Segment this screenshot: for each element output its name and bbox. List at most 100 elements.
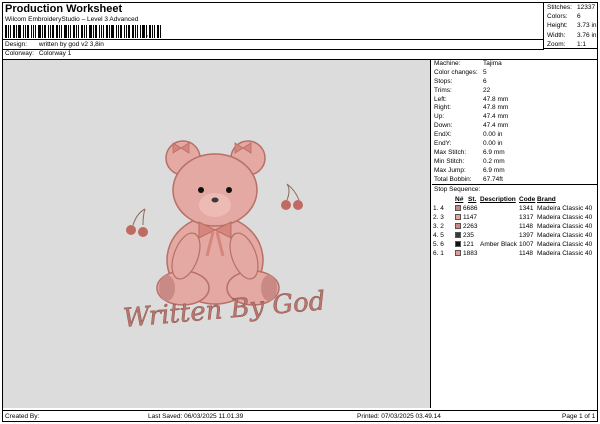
design-row: Design: written by god v2 3,8in — [5, 41, 104, 48]
barcode — [5, 25, 180, 38]
barcode-bar — [132, 25, 134, 38]
software-name: Wilcom EmbroideryStudio – Level 3 Advanc… — [5, 16, 139, 23]
barcode-bar — [73, 25, 75, 38]
barcode-bar — [48, 25, 49, 38]
color-swatch — [455, 250, 461, 257]
cherry-stem-right — [286, 183, 300, 201]
barcode-bar — [5, 25, 7, 38]
colorway-row: Colorway: Colorway 1 — [5, 50, 71, 57]
table-row: 5. 6 121 Amber Black 1007 Madeira Classic 40 — [433, 241, 593, 248]
table-row: 4. 5 235 1397 Madeira Classic 40 — [433, 232, 593, 239]
barcode-bar — [31, 25, 32, 38]
barcode-bar — [140, 25, 141, 38]
design-preview[interactable]: Written By God — [3, 60, 431, 408]
stat-row: Height: 3.73 in — [547, 22, 597, 30]
divider — [2, 39, 544, 40]
barcode-bar — [8, 25, 9, 38]
barcode-bar — [95, 25, 97, 38]
barcode-bar — [56, 25, 58, 38]
stop-sequence-title: Stop Sequence: — [432, 184, 598, 194]
barcode-bar — [18, 25, 21, 38]
barcode-bar — [50, 25, 51, 38]
barcode-bar — [13, 25, 15, 38]
barcode-bar — [120, 25, 122, 38]
last-saved: Last Saved: 06/03/2025 11.01.39 — [148, 413, 244, 420]
cherry-icon — [293, 200, 303, 210]
cherry-icon — [138, 227, 148, 237]
info-row: EndX: 0.00 in — [434, 131, 503, 139]
info-row: Min Stitch: 0.2 mm — [434, 157, 505, 165]
barcode-bar — [142, 25, 145, 38]
bear-foot-left — [159, 275, 175, 301]
cherry-icon — [281, 200, 291, 210]
barcode-bar — [44, 25, 46, 38]
barcode-bar — [84, 25, 85, 38]
stat-row: Zoom: 1:1 — [547, 40, 587, 48]
machine-info-panel: Machine: Tajima Color changes: 5 Stops: 6 Trim… — [432, 60, 598, 184]
barcode-bar — [126, 25, 127, 38]
barcode-bar — [99, 25, 100, 38]
page-number: Page 1 of 1 — [562, 413, 596, 420]
barcode-bar — [152, 25, 153, 38]
info-row: Trims: 22 — [434, 86, 491, 94]
created-by: Created By: — [5, 413, 40, 420]
barcode-bar — [86, 25, 87, 38]
barcode-bar — [118, 25, 119, 38]
divider — [2, 49, 544, 50]
info-row: Up: 47.4 mm — [434, 113, 509, 121]
info-row: Stops: 6 — [434, 77, 487, 85]
stop-sequence-table: N# St. Description Code Brand 1. 4 6686 13… — [433, 196, 593, 257]
color-swatch — [455, 241, 461, 248]
stat-row: Colors: 6 — [547, 13, 581, 21]
info-row: Max Stitch: 6.9 mm — [434, 148, 505, 156]
barcode-bar — [103, 25, 104, 38]
cherry-stem-left — [132, 208, 146, 226]
bear-muzzle — [199, 193, 231, 217]
barcode-bar — [128, 25, 130, 38]
footer: Created By: Last Saved: 06/03/2025 11.01… — [2, 410, 598, 422]
bear-eye-left — [198, 187, 204, 193]
barcode-bar — [89, 25, 92, 38]
info-row: Left: 47.8 mm — [434, 95, 509, 103]
color-swatch — [455, 214, 461, 221]
barcode-bar — [70, 25, 71, 38]
barcode-bar — [124, 25, 125, 38]
colorway-label: Colorway: — [5, 50, 34, 57]
barcode-bar — [42, 25, 43, 38]
barcode-bar — [76, 25, 77, 38]
barcode-bar — [59, 25, 60, 38]
barcode-bar — [154, 25, 155, 38]
colorway-value: Colorway 1 — [38, 50, 72, 57]
table-row: 2. 3 1147 1317 Madeira Classic 40 — [433, 214, 593, 221]
barcode-bar — [16, 25, 17, 38]
stat-row: Stitches: 12337 — [547, 4, 596, 11]
barcode-bar — [68, 25, 69, 38]
barcode-bar — [52, 25, 54, 38]
color-swatch — [455, 223, 461, 230]
barcode-bar — [160, 25, 161, 38]
barcode-bar — [35, 25, 36, 38]
barcode-bar — [23, 25, 24, 38]
cherry-icon — [126, 225, 136, 235]
barcode-bar — [61, 25, 62, 38]
barcode-bar — [137, 25, 138, 38]
color-swatch — [455, 232, 461, 239]
info-row: Right: 47.8 mm — [434, 104, 509, 112]
barcode-bar — [38, 25, 41, 38]
info-row: Down: 47.4 mm — [434, 122, 509, 130]
stat-row: Width: 3.76 in — [547, 31, 597, 39]
info-row: EndY: 0.00 in — [434, 140, 503, 148]
printed-date: Printed: 07/03/2025 03.49.14 — [357, 413, 441, 420]
embroidery-design: Written By God — [122, 140, 327, 334]
table-row: 6. 1 1883 1148 Madeira Classic 40 — [433, 250, 593, 257]
table-row: 3. 2 2263 1148 Madeira Classic 40 — [433, 223, 593, 230]
barcode-bar — [101, 25, 102, 38]
table-row: 1. 4 6686 1341 Madeira Classic 40 — [433, 205, 593, 212]
barcode-bar — [157, 25, 159, 38]
barcode-bar — [64, 25, 67, 38]
info-row: Max Jump: 6.9 mm — [434, 166, 505, 174]
bear-nose — [211, 197, 219, 203]
info-row: Machine: Tajima — [434, 60, 502, 67]
barcode-bar — [81, 25, 83, 38]
barcode-bar — [27, 25, 29, 38]
